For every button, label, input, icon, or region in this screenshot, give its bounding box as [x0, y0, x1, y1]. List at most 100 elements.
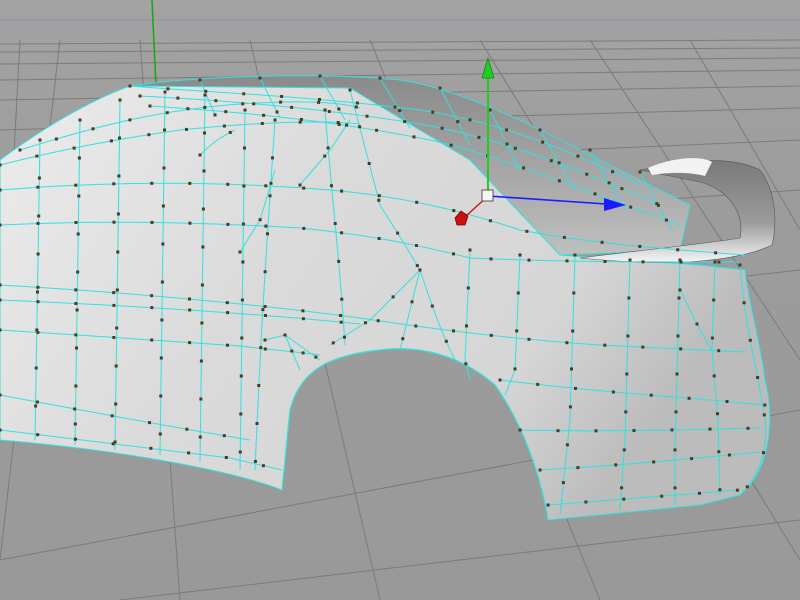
control-vertex[interactable]: [622, 448, 626, 452]
control-vertex[interactable]: [112, 182, 116, 186]
control-vertex[interactable]: [200, 321, 204, 325]
control-vertex[interactable]: [240, 336, 244, 340]
control-vertex[interactable]: [708, 427, 712, 431]
control-vertex[interactable]: [396, 231, 400, 235]
control-vertex[interactable]: [572, 291, 576, 295]
control-vertex[interactable]: [118, 98, 122, 102]
control-vertex[interactable]: [290, 349, 294, 353]
control-vertex[interactable]: [452, 209, 456, 213]
control-vertex[interactable]: [188, 341, 192, 345]
control-vertex[interactable]: [112, 336, 116, 339]
control-vertex[interactable]: [746, 426, 750, 430]
control-vertex[interactable]: [263, 347, 267, 351]
control-vertex[interactable]: [301, 351, 305, 355]
control-vertex[interactable]: [149, 446, 153, 450]
control-vertex[interactable]: [240, 298, 244, 302]
control-vertex[interactable]: [452, 252, 455, 256]
control-vertex[interactable]: [527, 258, 531, 262]
control-vertex[interactable]: [176, 96, 180, 100]
control-vertex[interactable]: [611, 390, 615, 394]
control-vertex[interactable]: [147, 133, 151, 137]
control-vertex[interactable]: [290, 105, 294, 109]
control-vertex[interactable]: [717, 260, 721, 264]
control-vertex[interactable]: [340, 231, 344, 235]
control-vertex[interactable]: [556, 429, 560, 433]
control-vertex[interactable]: [629, 205, 633, 209]
control-vertex[interactable]: [378, 76, 382, 80]
control-vertex[interactable]: [275, 110, 279, 114]
control-vertex[interactable]: [74, 302, 78, 305]
control-vertex[interactable]: [238, 250, 242, 254]
control-vertex[interactable]: [239, 412, 243, 416]
control-vertex[interactable]: [198, 153, 202, 157]
control-vertex[interactable]: [201, 245, 205, 249]
control-vertex[interactable]: [255, 422, 259, 425]
control-vertex[interactable]: [301, 317, 305, 321]
control-vertex[interactable]: [345, 123, 349, 127]
gizmo-y-axis-arrow-icon[interactable]: [481, 56, 495, 79]
car-body-side-surface[interactable]: [0, 82, 771, 521]
control-vertex[interactable]: [262, 113, 266, 117]
control-vertex[interactable]: [158, 432, 162, 436]
control-vertex[interactable]: [718, 488, 722, 492]
control-vertex[interactable]: [36, 285, 40, 289]
control-vertex[interactable]: [675, 372, 679, 376]
control-vertex[interactable]: [326, 146, 330, 150]
control-vertex[interactable]: [466, 286, 470, 290]
control-vertex[interactable]: [620, 486, 624, 490]
control-vertex[interactable]: [464, 362, 468, 366]
control-vertex[interactable]: [37, 176, 41, 180]
control-vertex[interactable]: [712, 298, 716, 302]
control-vertex[interactable]: [516, 291, 520, 295]
control-vertex[interactable]: [76, 232, 80, 236]
control-vertex[interactable]: [299, 118, 303, 121]
control-vertex[interactable]: [468, 248, 472, 252]
control-vertex[interactable]: [77, 156, 81, 160]
control-vertex[interactable]: [203, 131, 206, 135]
control-vertex[interactable]: [241, 260, 245, 264]
control-vertex[interactable]: [318, 98, 321, 101]
control-vertex[interactable]: [165, 111, 169, 115]
control-vertex[interactable]: [557, 161, 561, 165]
control-vertex[interactable]: [375, 128, 379, 132]
control-vertex[interactable]: [727, 453, 731, 457]
control-vertex[interactable]: [652, 460, 656, 464]
control-vertex[interactable]: [518, 428, 522, 432]
control-vertex[interactable]: [607, 181, 611, 185]
control-vertex[interactable]: [0, 328, 2, 332]
control-vertex[interactable]: [513, 367, 517, 371]
control-vertex[interactable]: [37, 214, 41, 218]
control-vertex[interactable]: [339, 314, 343, 317]
control-vertex[interactable]: [74, 288, 78, 292]
control-vertex[interactable]: [339, 320, 343, 324]
control-vertex[interactable]: [626, 334, 630, 338]
control-vertex[interactable]: [557, 179, 561, 183]
control-vertex[interactable]: [199, 359, 203, 363]
control-vertex[interactable]: [318, 74, 322, 78]
control-vertex[interactable]: [166, 87, 170, 91]
control-vertex[interactable]: [505, 142, 509, 146]
control-vertex[interactable]: [115, 326, 119, 330]
control-vertex[interactable]: [202, 169, 206, 173]
control-vertex[interactable]: [298, 183, 302, 187]
control-vertex[interactable]: [78, 118, 82, 122]
control-vertex[interactable]: [695, 322, 699, 326]
control-vertex[interactable]: [302, 186, 306, 190]
control-vertex[interactable]: [584, 500, 588, 504]
control-vertex[interactable]: [414, 324, 418, 328]
control-vertex[interactable]: [660, 494, 664, 498]
control-vertex[interactable]: [280, 95, 284, 98]
control-vertex[interactable]: [188, 181, 192, 185]
control-vertex[interactable]: [260, 122, 264, 125]
control-vertex[interactable]: [377, 198, 381, 202]
control-vertex[interactable]: [242, 92, 246, 96]
control-vertex[interactable]: [279, 100, 283, 104]
control-vertex[interactable]: [330, 184, 333, 188]
control-vertex[interactable]: [162, 166, 166, 170]
control-vertex[interactable]: [0, 428, 2, 432]
control-vertex[interactable]: [118, 136, 121, 140]
control-vertex[interactable]: [649, 393, 653, 397]
control-vertex[interactable]: [0, 163, 2, 167]
control-vertex[interactable]: [403, 120, 407, 124]
control-vertex[interactable]: [73, 407, 77, 411]
